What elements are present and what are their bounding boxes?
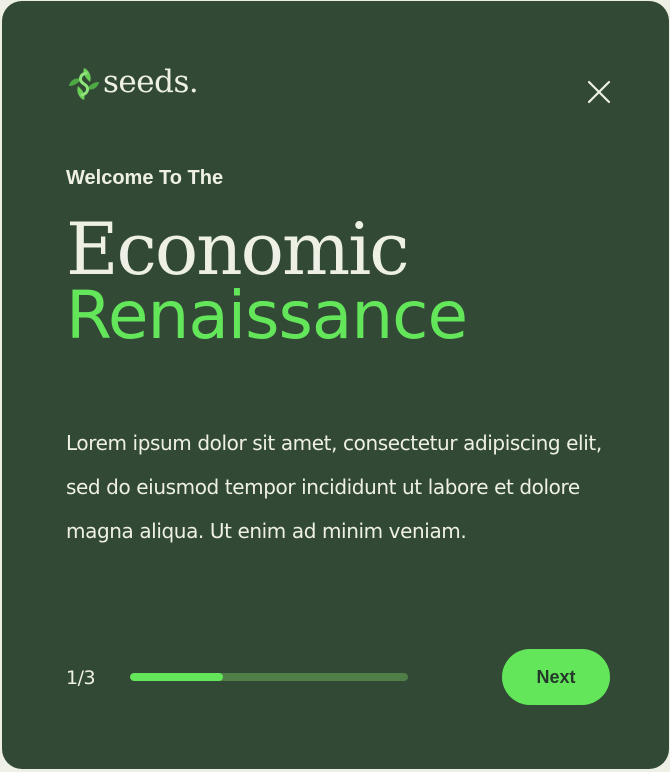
brand-name: seeds.: [103, 64, 199, 100]
progress-fill: [130, 673, 223, 681]
progress-bar: [130, 673, 408, 681]
headline: Economic Renaissance: [66, 213, 468, 354]
onboarding-card: seeds. Welcome To The Economic Renaissan…: [2, 1, 669, 769]
leaf-logo-icon: [69, 68, 99, 100]
body-paragraph: Lorem ipsum dolor sit amet, consectetur …: [66, 431, 602, 543]
close-button[interactable]: [584, 77, 614, 107]
close-icon: [587, 80, 611, 104]
welcome-eyebrow: Welcome To The: [66, 167, 224, 189]
headline-line-2: Renaissance: [66, 277, 468, 354]
next-button[interactable]: Next: [502, 649, 610, 705]
step-counter: 1/3: [66, 667, 96, 689]
brand-logo: seeds.: [64, 63, 199, 105]
